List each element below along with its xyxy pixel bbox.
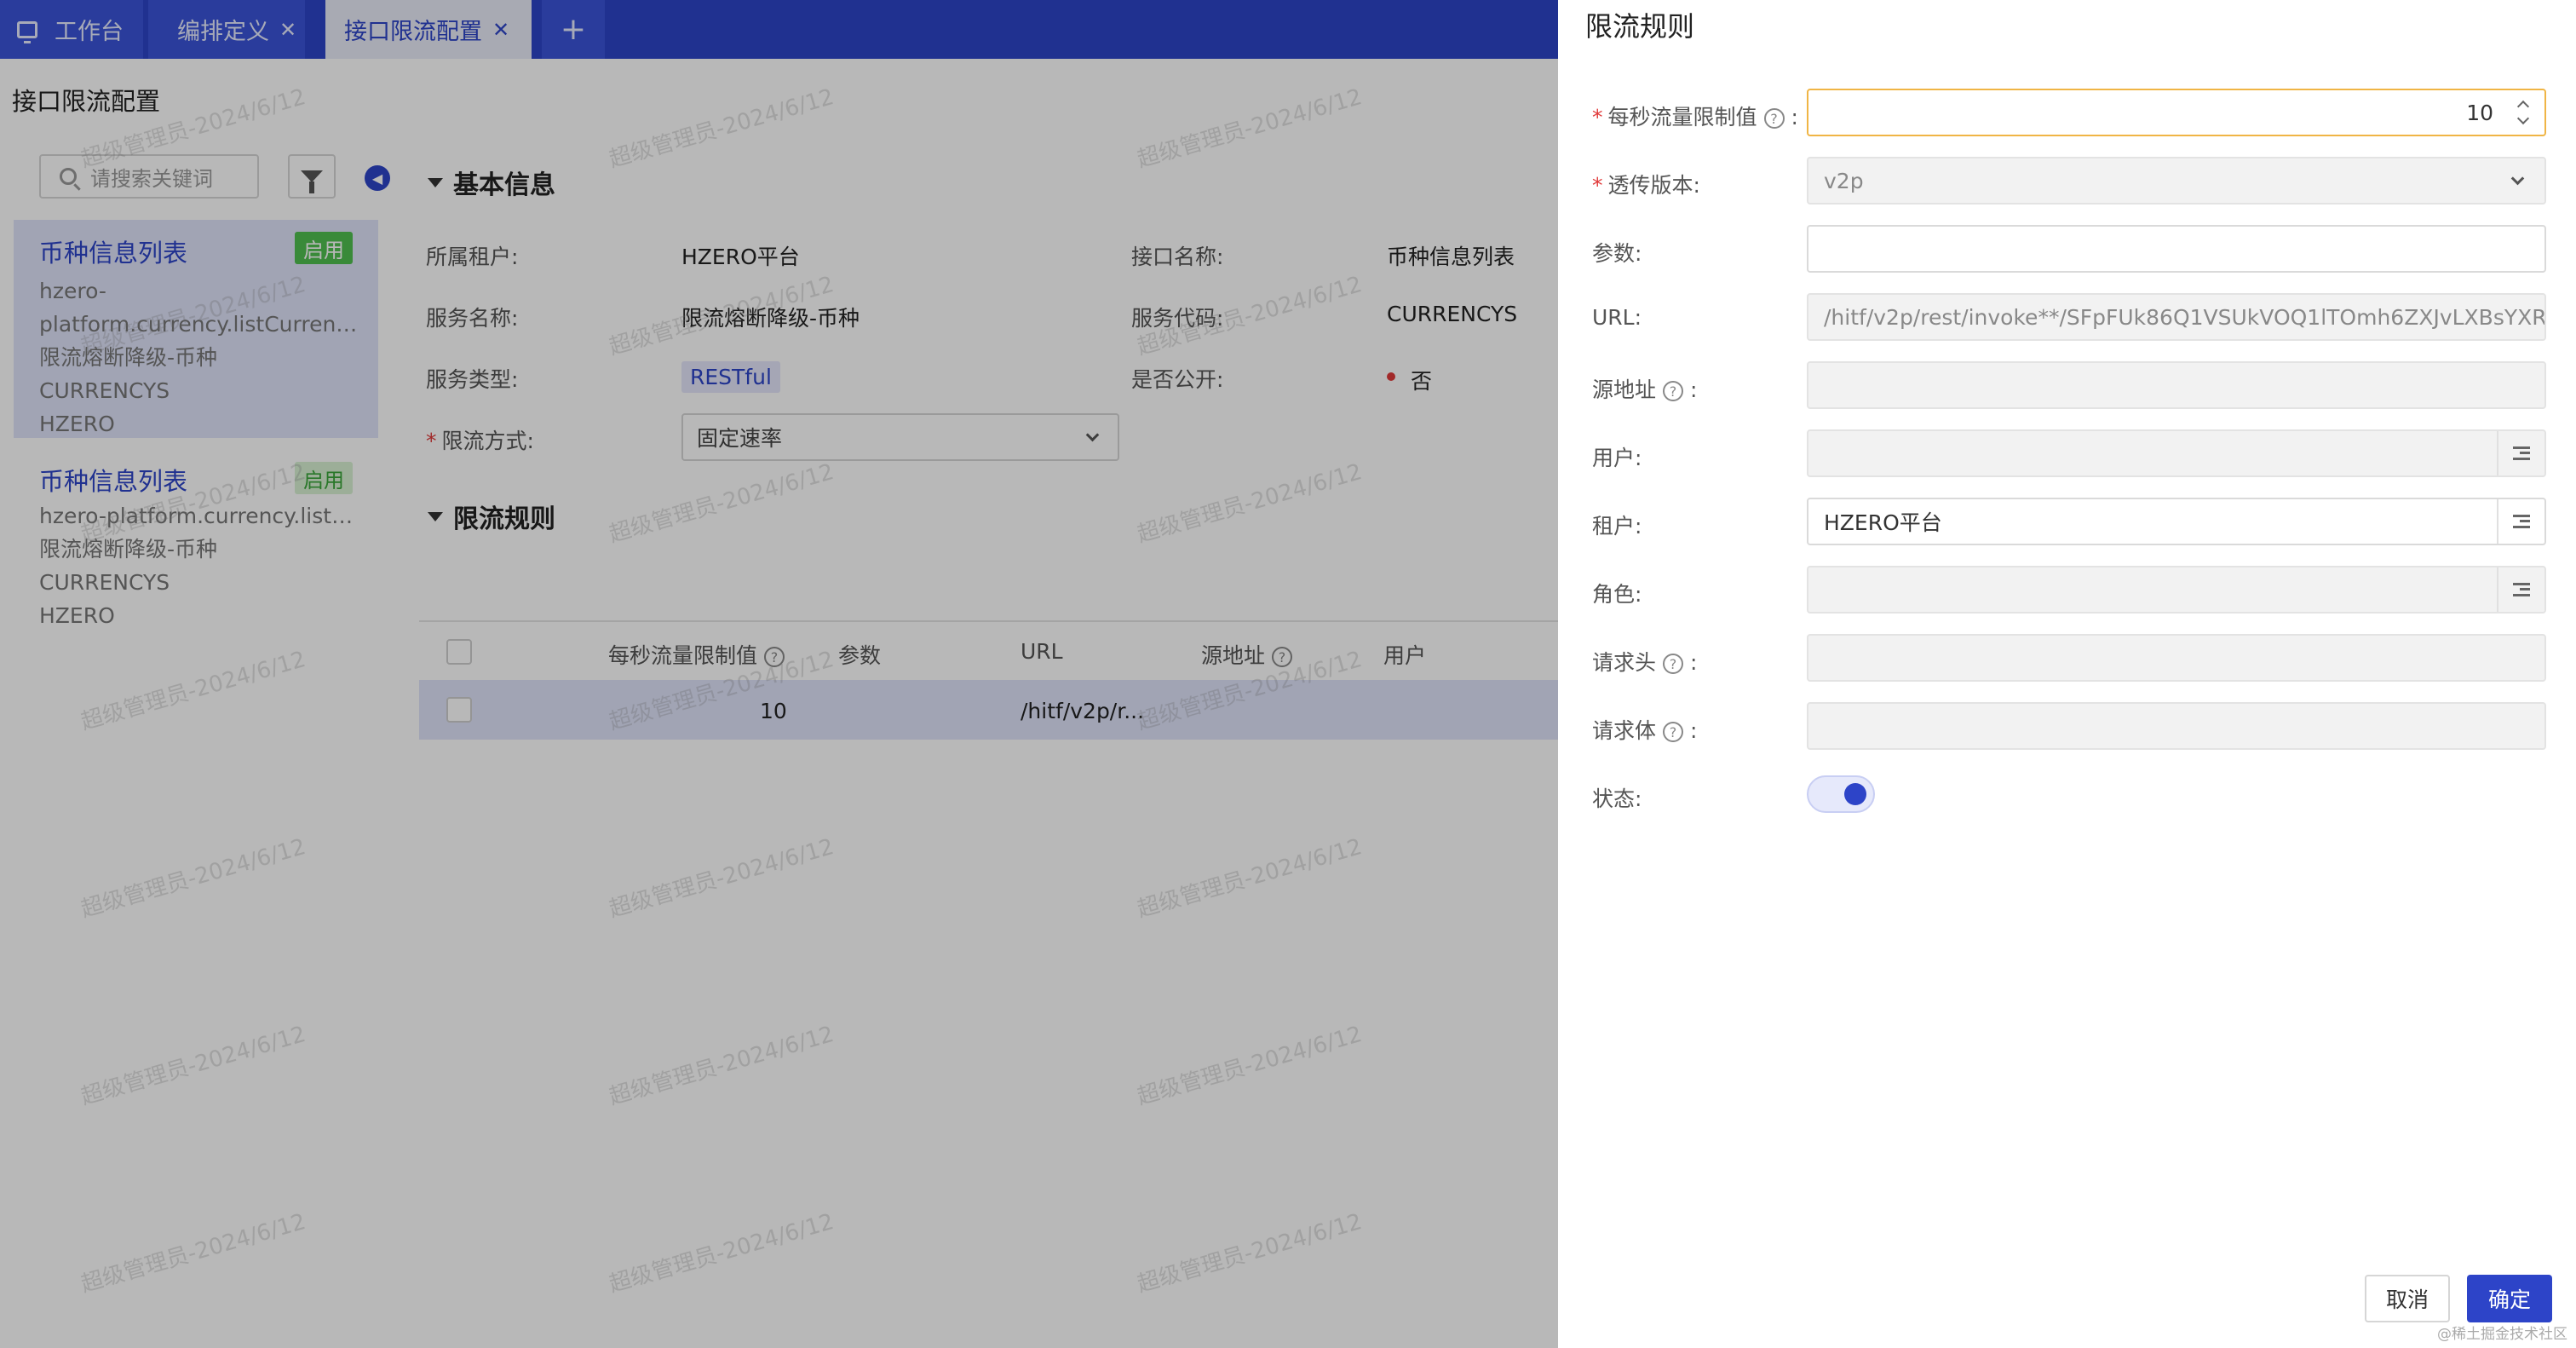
field-status: 状态:: [1558, 770, 2576, 820]
version-select[interactable]: v2p: [1807, 157, 2546, 205]
version-value: v2p: [1824, 168, 1864, 193]
rule-drawer: 限流规则 * 每秒流量限制值? : 10 * 透传版本: v2p 参数: URL: …: [1558, 0, 2576, 1348]
field-tenant: 租户: HZERO平台: [1558, 498, 2576, 547]
source-address-input[interactable]: [1807, 361, 2546, 409]
cancel-button[interactable]: 取消: [2365, 1275, 2450, 1322]
param-input[interactable]: [1807, 225, 2546, 273]
corner-watermark: @稀土掘金技术社区: [2437, 1326, 2567, 1343]
role-lov-input[interactable]: [1807, 566, 2546, 614]
field-label: URL:: [1592, 305, 1642, 330]
help-icon[interactable]: ?: [1663, 381, 1684, 401]
request-header-input[interactable]: [1807, 634, 2546, 682]
help-icon[interactable]: ?: [1763, 108, 1785, 129]
tenant-value: HZERO平台: [1824, 510, 1942, 535]
limit-number-input[interactable]: 10: [1807, 89, 2546, 136]
field-version: * 透传版本: v2p: [1558, 157, 2576, 206]
field-label: 请求头? :: [1592, 650, 1698, 675]
toggle-knob: [1844, 783, 1866, 805]
modal-mask[interactable]: [0, 0, 1558, 59]
field-role: 角色:: [1558, 566, 2576, 615]
limit-value: 10: [2466, 100, 2493, 125]
chevron-down-icon[interactable]: [2516, 112, 2530, 125]
tenant-lov-input[interactable]: HZERO平台: [1807, 498, 2546, 545]
field-label: 源地址? :: [1592, 377, 1698, 402]
field-url: URL: /hitf/v2p/rest/invoke**/SFpFUk86Q1V…: [1558, 293, 2576, 343]
status-toggle[interactable]: [1807, 775, 1875, 813]
list-search-icon: [2513, 515, 2530, 528]
number-stepper[interactable]: [2514, 95, 2534, 130]
lov-search-button[interactable]: [2497, 567, 2544, 612]
field-label: 状态:: [1592, 786, 1642, 811]
list-search-icon: [2513, 446, 2530, 460]
request-body-input[interactable]: [1807, 702, 2546, 750]
help-icon[interactable]: ?: [1663, 654, 1684, 674]
confirm-button[interactable]: 确定: [2467, 1275, 2552, 1322]
field-param: 参数:: [1558, 225, 2576, 274]
field-label: 参数:: [1592, 241, 1642, 266]
user-lov-input[interactable]: [1807, 429, 2546, 477]
field-user: 用户:: [1558, 429, 2576, 479]
field-label: 请求体? :: [1592, 718, 1698, 743]
field-label: 用户:: [1592, 446, 1642, 470]
field-request-body: 请求体? :: [1558, 702, 2576, 752]
lov-search-button[interactable]: [2497, 499, 2544, 544]
field-source: 源地址? :: [1558, 361, 2576, 411]
field-limit: * 每秒流量限制值? : 10: [1558, 89, 2576, 138]
field-label: 角色:: [1592, 582, 1642, 607]
field-label: 租户:: [1592, 514, 1642, 539]
url-input[interactable]: /hitf/v2p/rest/invoke**/SFpFUk86Q1VSUkVO…: [1807, 293, 2546, 341]
modal-mask[interactable]: [0, 59, 1558, 1348]
field-label: * 每秒流量限制值? :: [1592, 105, 1798, 130]
list-search-icon: [2513, 583, 2530, 596]
field-label: * 透传版本:: [1592, 173, 1700, 198]
drawer-title: 限流规则: [1585, 10, 1695, 43]
lov-search-button[interactable]: [2497, 431, 2544, 475]
field-request-header: 请求头? :: [1558, 634, 2576, 683]
help-icon[interactable]: ?: [1663, 722, 1684, 742]
chevron-up-icon[interactable]: [2516, 100, 2530, 113]
chevron-down-icon: [2510, 171, 2525, 186]
